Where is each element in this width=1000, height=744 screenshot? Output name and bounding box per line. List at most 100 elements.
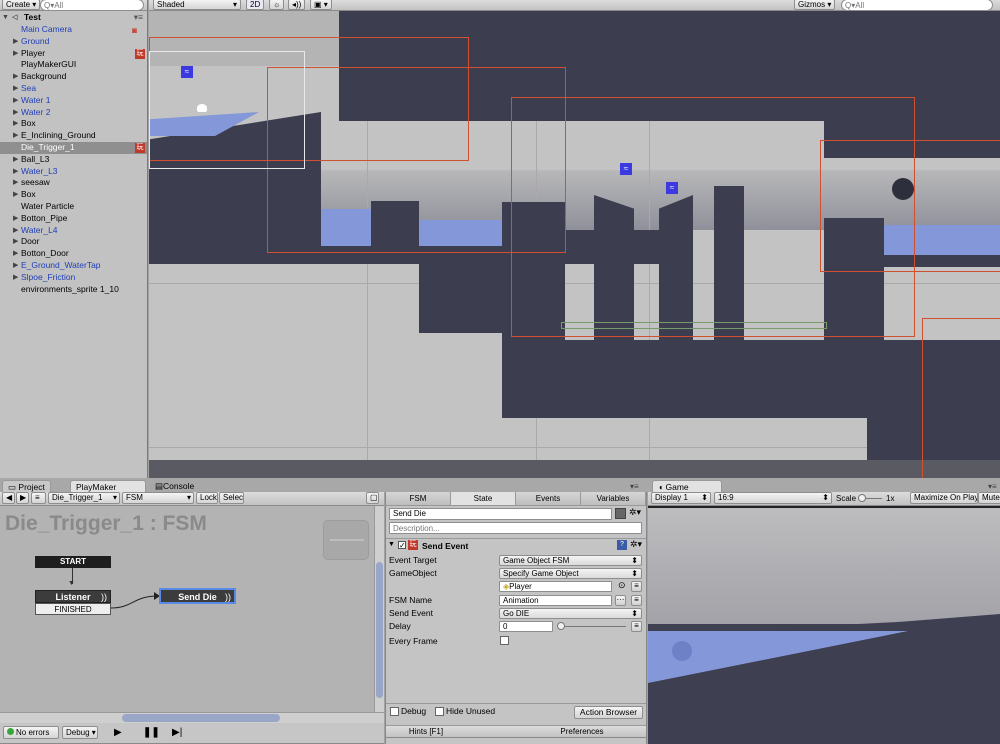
water-gizmo-icon[interactable]: ≈ [620, 163, 632, 175]
event-target-dropdown[interactable]: Game Object FSM ⬍ [499, 555, 642, 566]
minimap-icon[interactable] [323, 520, 369, 560]
panel-menu-icon[interactable]: ▾≡ [630, 482, 639, 491]
hierarchy-item[interactable]: Die_Trigger_1 玩 [0, 142, 147, 154]
effects-toggle-icon[interactable]: ▣ ▾ [310, 0, 332, 10]
display-dropdown[interactable]: Display 1 ⬍ [651, 492, 711, 504]
gizmos-dropdown[interactable]: Gizmos ▾ [794, 0, 836, 10]
recent-menu-icon[interactable]: ≡ [31, 492, 46, 504]
gameobject-dropdown[interactable]: Die_Trigger_1 ▾ [48, 492, 120, 504]
expand-arrow-icon[interactable]: ▶ [13, 260, 18, 272]
scene-menu-icon[interactable]: ▾≡ [134, 12, 143, 24]
expand-arrow-icon[interactable]: ▶ [13, 36, 18, 48]
expand-arrow-icon[interactable]: ▶ [13, 130, 18, 142]
hierarchy-item[interactable]: ▶ Water 1 [0, 95, 147, 107]
send-die-state[interactable]: Send Die)) [159, 588, 236, 604]
action-header[interactable]: ▼ ✓ 玩 Send Event ? ✲▾ [386, 538, 646, 552]
hierarchy-item[interactable]: environments_sprite 1_10 [0, 284, 147, 296]
fsm-dropdown[interactable]: FSM ▾ [122, 492, 194, 504]
expand-arrow-icon[interactable]: ▶ [13, 236, 18, 248]
aspect-dropdown[interactable]: 16:9 ⬍ [714, 492, 832, 504]
action-browser-button[interactable]: Action Browser [574, 706, 643, 719]
hierarchy-item[interactable]: ▶ Botton_Pipe [0, 213, 147, 225]
audio-toggle-icon[interactable]: ◂)) [288, 0, 306, 10]
action-settings-icon[interactable]: ✲▾ [630, 539, 642, 550]
water-gizmo-icon[interactable]: ≈ [666, 182, 678, 194]
expand-arrow-icon[interactable]: ▶ [13, 166, 18, 178]
game-view[interactable] [648, 506, 1000, 744]
debug-checkbox[interactable] [390, 707, 399, 716]
hierarchy-item[interactable]: ▶ E_Inclining_Ground [0, 130, 147, 142]
variable-toggle-icon[interactable]: ≡ [631, 595, 642, 606]
expand-arrow-icon[interactable]: ▶ [13, 189, 18, 201]
expand-arrow-icon[interactable]: ▶ [13, 248, 18, 260]
inspector-tab[interactable]: FSM [386, 492, 451, 506]
graph-view-icon[interactable]: ▢ [366, 492, 379, 504]
player-sprite[interactable] [197, 104, 207, 112]
play-icon[interactable]: ▶ [114, 727, 122, 738]
hierarchy-item[interactable]: ▶ Water 2 [0, 107, 147, 119]
action-foldout-icon[interactable]: ▼ [388, 541, 395, 548]
water-gizmo-icon[interactable]: ≈ [181, 66, 193, 78]
object-picker-icon[interactable]: ⊙ [618, 580, 626, 591]
hierarchy-item[interactable]: ▶ Ground [0, 36, 147, 48]
fsm-graph[interactable]: Die_Trigger_1 : FSM START ▼ Listener)) F… [0, 506, 374, 712]
expand-arrow-icon[interactable]: ▶ [13, 213, 18, 225]
hierarchy-item[interactable]: ▶ seesaw [0, 177, 147, 189]
send-event-dropdown[interactable]: Go DIE ⬍ [499, 608, 642, 619]
expand-arrow-icon[interactable]: ▶ [13, 107, 18, 119]
expand-arrow-icon[interactable]: ▶ [13, 118, 18, 130]
state-settings-icon[interactable]: ✲▾ [629, 507, 641, 518]
maximize-on-play-toggle[interactable]: Maximize On Play [910, 492, 978, 504]
mute-toggle[interactable]: Mute [978, 492, 1000, 504]
lock-button[interactable]: Lock [196, 492, 218, 504]
hierarchy-item[interactable]: ▶ Sea [0, 83, 147, 95]
listener-state[interactable]: Listener)) [35, 590, 111, 603]
hierarchy-item[interactable]: ▶ Slpoe_Friction [0, 272, 147, 284]
delay-field[interactable]: 0 [499, 621, 553, 632]
gameobject-mode-dropdown[interactable]: Specify Game Object ⬍ [499, 568, 642, 579]
lighting-toggle-icon[interactable]: ☼ [269, 0, 285, 10]
state-color-swatch[interactable] [615, 508, 626, 519]
hierarchy-root[interactable]: ▼ ◁ Test ▾≡ [0, 12, 147, 24]
expand-arrow-icon[interactable]: ▶ [13, 225, 18, 237]
expand-arrow-icon[interactable]: ▶ [13, 272, 18, 284]
hierarchy-item[interactable]: PlayMakerGUI [0, 59, 147, 71]
inspector-tab[interactable]: State [451, 492, 516, 506]
create-button[interactable]: Create ▾ [2, 0, 41, 10]
expand-arrow-icon[interactable]: ▶ [13, 177, 18, 189]
step-icon[interactable]: ▶| [172, 727, 182, 738]
expand-arrow-icon[interactable]: ▼ [2, 12, 9, 24]
hints-button[interactable]: Hints [F1] [386, 727, 466, 736]
hierarchy-item[interactable]: ▶ Box [0, 189, 147, 201]
hierarchy-item[interactable]: Water Particle [0, 201, 147, 213]
variable-toggle-icon[interactable]: ≡ [631, 581, 642, 592]
expand-arrow-icon[interactable]: ▶ [13, 154, 18, 166]
gameobject-field[interactable]: ◈Player [499, 581, 612, 592]
fsm-name-field[interactable]: Animation [499, 595, 612, 606]
shading-dropdown[interactable]: Shaded ▾ [153, 0, 241, 10]
hide-unused-checkbox[interactable] [435, 707, 444, 716]
graph-vertical-scrollbar[interactable] [374, 506, 384, 712]
scene-view[interactable]: Shaded▾ 2D ☼ ◂)) ▣ ▾ Gizmos ▾ ≈ ≈ ≈ [149, 0, 1000, 478]
hierarchy-item[interactable]: ▶ Ball_L3 [0, 154, 147, 166]
expand-arrow-icon[interactable]: ▶ [13, 95, 18, 107]
hierarchy-item[interactable]: ▶ Door [0, 236, 147, 248]
expand-arrow-icon[interactable]: ▶ [13, 71, 18, 83]
hierarchy-search-input[interactable] [40, 0, 144, 11]
pause-icon[interactable]: ❚❚ [143, 727, 160, 738]
action-enabled-checkbox[interactable]: ✓ [398, 541, 406, 550]
delay-slider-thumb[interactable] [557, 622, 565, 630]
expand-arrow-icon[interactable]: ▶ [13, 48, 18, 60]
scene-search-input[interactable] [841, 0, 993, 11]
expand-arrow-icon[interactable]: ▶ [13, 83, 18, 95]
state-description-field[interactable] [389, 522, 642, 534]
hierarchy-item[interactable]: ▶ Background [0, 71, 147, 83]
hierarchy-item[interactable]: Main Camera ◙ [0, 24, 147, 36]
preferences-button[interactable]: Preferences [518, 727, 646, 736]
hierarchy-item[interactable]: ▶ Water_L3 [0, 166, 147, 178]
hierarchy-item[interactable]: ▶ Box [0, 118, 147, 130]
hierarchy-item[interactable]: ▶ Botton_Door [0, 248, 147, 260]
back-arrow-icon[interactable]: ◀ [2, 492, 15, 504]
game-menu-icon[interactable]: ▾≡ [988, 482, 997, 491]
hierarchy-item[interactable]: ▶ Water_L4 [0, 225, 147, 237]
